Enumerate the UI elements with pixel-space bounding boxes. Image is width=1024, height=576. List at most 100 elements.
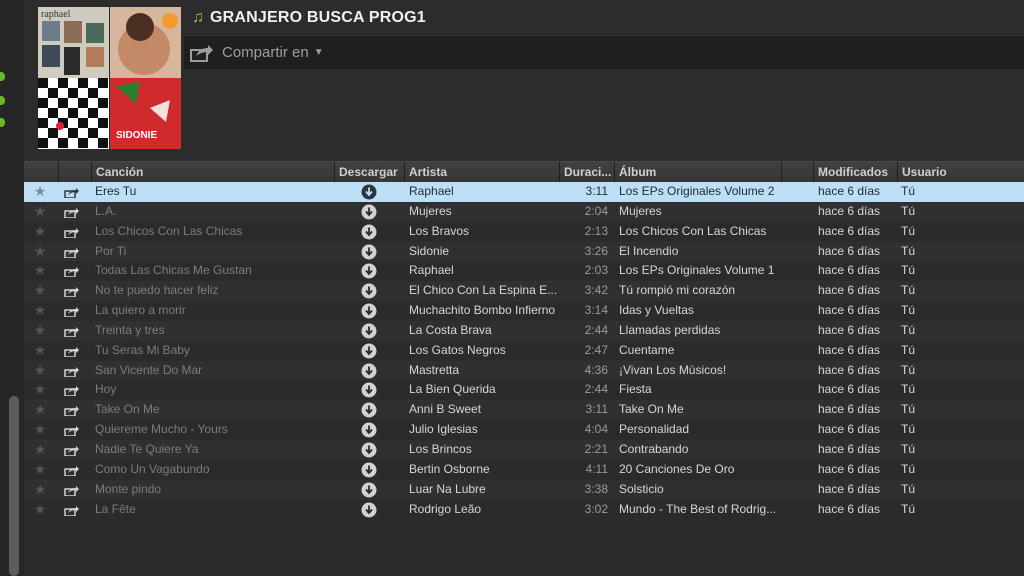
table-row[interactable]: ★ Quiereme Mucho - Yours Julio Iglesias 4:0… — [24, 420, 1024, 440]
track-artist[interactable]: Los Bravos — [409, 222, 559, 242]
track-album[interactable]: Solsticio — [619, 480, 784, 500]
track-artist[interactable]: Mujeres — [409, 202, 559, 222]
share-track-icon[interactable] — [64, 464, 82, 476]
track-artist[interactable]: La Costa Brava — [409, 321, 559, 341]
star-icon[interactable]: ★ — [30, 380, 50, 400]
share-track-icon[interactable] — [64, 504, 82, 516]
table-row[interactable]: ★ San Vicente Do Mar Mastretta 4:36 ¡Vivan L… — [24, 360, 1024, 381]
track-artist[interactable]: Sidonie — [409, 242, 559, 262]
track-album[interactable]: Take On Me — [619, 400, 784, 420]
sidebar-scrollbar[interactable] — [9, 396, 19, 576]
track-artist[interactable]: Anni B Sweet — [409, 400, 559, 420]
download-icon[interactable] — [361, 402, 377, 418]
track-album[interactable]: Idas y Vueltas — [619, 301, 784, 321]
star-icon[interactable]: ★ — [30, 281, 50, 301]
track-user[interactable]: Tú — [901, 400, 981, 420]
star-icon[interactable]: ★ — [30, 420, 50, 440]
share-track-icon[interactable] — [64, 206, 82, 218]
table-row[interactable]: ★ No te puedo hacer feliz El Chico Con La … — [24, 281, 1024, 302]
column-header-song[interactable]: Canción — [91, 162, 334, 182]
track-album[interactable]: El Incendio — [619, 242, 784, 262]
table-row[interactable]: ★ La Fête Rodrigo Leão 3:02 Mundo - The Best… — [24, 500, 1024, 520]
share-track-icon[interactable] — [64, 226, 82, 238]
track-user[interactable]: Tú — [901, 361, 981, 381]
table-row[interactable]: ★ L.A. Mujeres 2:04 Mujeres hace 6 días Tú — [24, 201, 1024, 222]
share-track-icon[interactable] — [64, 246, 82, 258]
share-track-icon[interactable] — [64, 345, 82, 357]
column-header-duration[interactable]: Duraci... — [559, 162, 614, 182]
download-icon[interactable] — [361, 502, 377, 518]
track-user[interactable]: Tú — [901, 440, 981, 460]
star-icon[interactable]: ★ — [30, 500, 50, 520]
table-row[interactable]: ★ Los Chicos Con Las Chicas Los Bravos 2:13… — [24, 222, 1024, 242]
table-row[interactable]: ★ Por Ti Sidonie 3:26 El Incendio hace 6 días… — [24, 241, 1024, 262]
download-icon[interactable] — [361, 422, 377, 438]
track-album[interactable]: 20 Canciones De Oro — [619, 460, 784, 480]
track-user[interactable]: Tú — [901, 460, 981, 480]
star-icon[interactable]: ★ — [30, 460, 50, 480]
star-icon[interactable]: ★ — [30, 182, 50, 202]
track-artist[interactable]: Julio Iglesias — [409, 420, 559, 440]
track-album[interactable]: Los EPs Originales Volume 2 — [619, 182, 784, 202]
column-header-modified[interactable]: Modificados — [813, 162, 897, 182]
share-track-icon[interactable] — [64, 305, 82, 318]
column-header-album[interactable]: Álbum — [614, 162, 781, 182]
download-icon[interactable] — [361, 244, 377, 260]
track-user[interactable]: Tú — [901, 242, 981, 262]
download-icon[interactable] — [361, 224, 377, 240]
track-artist[interactable]: Bertin Osborne — [409, 460, 559, 480]
share-track-icon[interactable] — [64, 444, 82, 456]
star-icon[interactable]: ★ — [30, 440, 50, 460]
table-row[interactable]: ★ Tu Seras Mi Baby Los Gatos Negros 2:47 Cue… — [24, 341, 1024, 361]
track-artist[interactable]: Raphael — [409, 261, 559, 281]
star-icon[interactable]: ★ — [30, 480, 50, 500]
table-row[interactable]: ★ Nadie Te Quiere Ya Los Brincos 2:21 Contra… — [24, 439, 1024, 460]
table-row[interactable]: ★ Como Un Vagabundo Bertin Osborne 4:11 20 C… — [24, 460, 1024, 480]
share-track-icon[interactable] — [64, 484, 82, 496]
column-header-download[interactable]: Descargar — [334, 162, 404, 182]
track-artist[interactable]: Muchachito Bombo Infierno — [409, 301, 559, 321]
track-album[interactable]: Los Chicos Con Las Chicas — [619, 222, 784, 242]
star-icon[interactable]: ★ — [30, 400, 50, 420]
star-icon[interactable]: ★ — [30, 301, 50, 321]
star-icon[interactable]: ★ — [30, 341, 50, 361]
share-track-icon[interactable] — [64, 424, 82, 437]
download-icon[interactable] — [361, 363, 377, 379]
track-user[interactable]: Tú — [901, 222, 981, 242]
share-track-icon[interactable] — [64, 365, 82, 377]
track-artist[interactable]: Rodrigo Leão — [409, 500, 559, 520]
share-track-icon[interactable] — [64, 384, 82, 397]
track-user[interactable]: Tú — [901, 420, 981, 440]
column-header-user[interactable]: Usuario — [897, 162, 1024, 182]
track-album[interactable]: Mujeres — [619, 202, 784, 222]
track-user[interactable]: Tú — [901, 182, 981, 202]
column-header-share[interactable] — [58, 162, 91, 182]
column-header-star[interactable] — [24, 162, 58, 182]
download-icon[interactable] — [361, 303, 377, 319]
track-album[interactable]: ¡Vivan Los Músicos! — [619, 361, 784, 381]
download-icon[interactable] — [361, 263, 377, 279]
star-icon[interactable]: ★ — [30, 222, 50, 242]
download-icon[interactable] — [361, 343, 377, 359]
star-icon[interactable]: ★ — [30, 242, 50, 262]
table-row[interactable]: ★ Todas Las Chicas Me Gustan Raphael 2:03 Lo… — [24, 261, 1024, 281]
track-user[interactable]: Tú — [901, 480, 981, 500]
track-user[interactable]: Tú — [901, 261, 981, 281]
track-album[interactable]: Contrabando — [619, 440, 784, 460]
track-user[interactable]: Tú — [901, 281, 981, 301]
track-album[interactable]: Llamadas perdidas — [619, 321, 784, 341]
star-icon[interactable]: ★ — [30, 202, 50, 222]
share-track-icon[interactable] — [64, 325, 82, 337]
track-album[interactable]: Los EPs Originales Volume 1 — [619, 261, 784, 281]
track-user[interactable]: Tú — [901, 500, 981, 520]
table-row[interactable]: ★ Take On Me Anni B Sweet 3:11 Take On Me hac… — [24, 400, 1024, 421]
track-album[interactable]: Fiesta — [619, 380, 784, 400]
share-track-icon[interactable] — [64, 285, 82, 298]
download-icon[interactable] — [361, 442, 377, 458]
table-row[interactable]: ★ La quiero a morir Muchachito Bombo Infie… — [24, 301, 1024, 321]
star-icon[interactable]: ★ — [30, 321, 50, 341]
track-user[interactable]: Tú — [901, 341, 981, 361]
track-user[interactable]: Tú — [901, 301, 981, 321]
track-user[interactable]: Tú — [901, 202, 981, 222]
track-artist[interactable]: El Chico Con La Espina E... — [409, 281, 559, 301]
